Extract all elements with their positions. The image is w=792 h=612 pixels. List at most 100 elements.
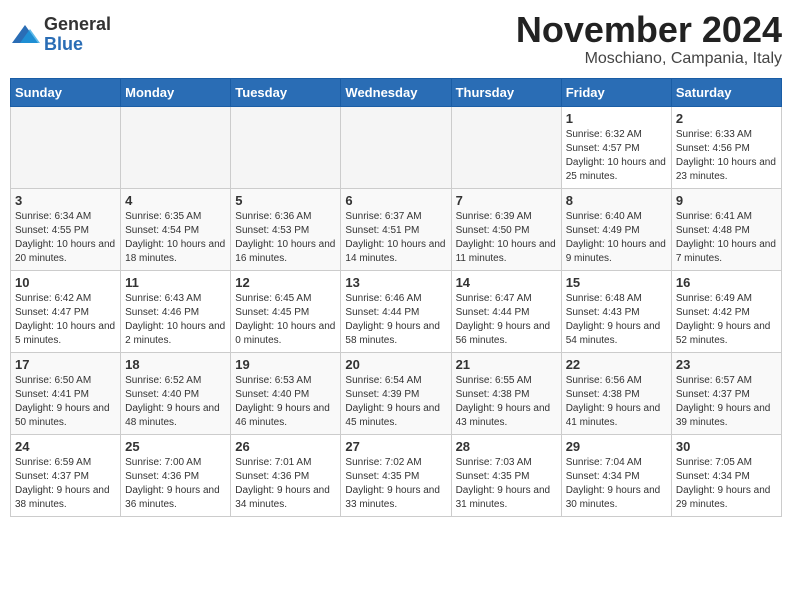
logo-icon	[10, 23, 40, 47]
logo-general: General	[44, 14, 111, 34]
day-number: 5	[235, 193, 336, 208]
calendar-cell: 10 Sunrise: 6:42 AMSunset: 4:47 PMDayligh…	[11, 270, 121, 352]
day-of-week-header: Sunday	[11, 78, 121, 106]
calendar-cell	[11, 106, 121, 188]
calendar-cell: 1Sunrise: 6:32 AMSunset: 4:57 PMDaylight…	[561, 106, 671, 188]
day-number: 14	[456, 275, 557, 290]
calendar-cell	[341, 106, 451, 188]
calendar-cell: 19 Sunrise: 6:53 AMSunset: 4:40 PMDayligh…	[231, 352, 341, 434]
calendar-cell: 20 Sunrise: 6:54 AMSunset: 4:39 PMDayligh…	[341, 352, 451, 434]
day-info: Sunrise: 6:49 AMSunset: 4:42 PMDaylight:…	[676, 292, 777, 348]
logo-text: General Blue	[44, 15, 111, 55]
day-of-week-header: Thursday	[451, 78, 561, 106]
day-info: Sunrise: 6:45 AMSunset: 4:45 PMDaylight:…	[235, 292, 336, 348]
day-number: 25	[125, 439, 226, 454]
header: General Blue November 2024 Moschiano, Ca…	[10, 10, 782, 68]
calendar-cell: 6 Sunrise: 6:37 AMSunset: 4:51 PMDaylight…	[341, 188, 451, 270]
day-info: Sunrise: 6:37 AMSunset: 4:51 PMDaylight:…	[345, 210, 446, 266]
day-info: Sunrise: 6:46 AMSunset: 4:44 PMDaylight:…	[345, 292, 446, 348]
day-number: 20	[345, 357, 446, 372]
day-number: 23	[676, 357, 777, 372]
day-info: Sunrise: 6:32 AMSunset: 4:57 PMDaylight:…	[566, 128, 667, 184]
day-number: 26	[235, 439, 336, 454]
calendar-cell: 16 Sunrise: 6:49 AMSunset: 4:42 PMDayligh…	[671, 270, 781, 352]
day-number: 7	[456, 193, 557, 208]
calendar-cell: 15Sunrise: 6:48 AMSunset: 4:43 PMDayligh…	[561, 270, 671, 352]
day-number: 11	[125, 275, 226, 290]
day-number: 28	[456, 439, 557, 454]
calendar-cell: 13 Sunrise: 6:46 AMSunset: 4:44 PMDayligh…	[341, 270, 451, 352]
logo-blue: Blue	[44, 34, 83, 54]
day-number: 12	[235, 275, 336, 290]
day-info: Sunrise: 7:05 AMSunset: 4:34 PMDaylight:…	[676, 456, 777, 512]
calendar-cell: 4 Sunrise: 6:35 AMSunset: 4:54 PMDaylight…	[121, 188, 231, 270]
title-area: November 2024 Moschiano, Campania, Italy	[516, 10, 782, 68]
location: Moschiano, Campania, Italy	[516, 50, 782, 68]
day-number: 29	[566, 439, 667, 454]
day-info: Sunrise: 6:48 AMSunset: 4:43 PMDaylight:…	[566, 292, 667, 348]
day-of-week-header: Monday	[121, 78, 231, 106]
calendar-cell: 29Sunrise: 7:04 AMSunset: 4:34 PMDayligh…	[561, 434, 671, 516]
calendar-cell: 18 Sunrise: 6:52 AMSunset: 4:40 PMDayligh…	[121, 352, 231, 434]
day-info: Sunrise: 6:53 AMSunset: 4:40 PMDaylight:…	[235, 374, 336, 430]
calendar-cell	[121, 106, 231, 188]
day-number: 3	[15, 193, 116, 208]
day-info: Sunrise: 6:52 AMSunset: 4:40 PMDaylight:…	[125, 374, 226, 430]
calendar-cell: 7 Sunrise: 6:39 AMSunset: 4:50 PMDaylight…	[451, 188, 561, 270]
day-info: Sunrise: 6:59 AMSunset: 4:37 PMDaylight:…	[15, 456, 116, 512]
day-info: Sunrise: 6:55 AMSunset: 4:38 PMDaylight:…	[456, 374, 557, 430]
day-number: 21	[456, 357, 557, 372]
day-info: Sunrise: 6:54 AMSunset: 4:39 PMDaylight:…	[345, 374, 446, 430]
day-number: 10	[15, 275, 116, 290]
calendar-cell: 9Sunrise: 6:41 AMSunset: 4:48 PMDaylight…	[671, 188, 781, 270]
day-info: Sunrise: 6:36 AMSunset: 4:53 PMDaylight:…	[235, 210, 336, 266]
day-number: 2	[676, 111, 777, 126]
calendar-week-row: 17Sunrise: 6:50 AMSunset: 4:41 PMDayligh…	[11, 352, 782, 434]
day-number: 22	[566, 357, 667, 372]
day-number: 27	[345, 439, 446, 454]
calendar-cell: 12 Sunrise: 6:45 AMSunset: 4:45 PMDayligh…	[231, 270, 341, 352]
day-number: 8	[566, 193, 667, 208]
day-number: 30	[676, 439, 777, 454]
logo: General Blue	[10, 10, 111, 55]
day-info: Sunrise: 6:41 AMSunset: 4:48 PMDaylight:…	[676, 210, 777, 266]
day-info: Sunrise: 6:50 AMSunset: 4:41 PMDaylight:…	[15, 374, 116, 430]
day-number: 18	[125, 357, 226, 372]
day-number: 4	[125, 193, 226, 208]
day-info: Sunrise: 7:01 AMSunset: 4:36 PMDaylight:…	[235, 456, 336, 512]
calendar-week-row: 3 Sunrise: 6:34 AMSunset: 4:55 PMDaylight…	[11, 188, 782, 270]
day-info: Sunrise: 6:40 AMSunset: 4:49 PMDaylight:…	[566, 210, 667, 266]
day-info: Sunrise: 6:33 AMSunset: 4:56 PMDaylight:…	[676, 128, 777, 184]
calendar-cell: 8 Sunrise: 6:40 AMSunset: 4:49 PMDaylight…	[561, 188, 671, 270]
calendar-cell: 27 Sunrise: 7:02 AMSunset: 4:35 PMDayligh…	[341, 434, 451, 516]
calendar-cell: 26 Sunrise: 7:01 AMSunset: 4:36 PMDayligh…	[231, 434, 341, 516]
calendar-cell	[451, 106, 561, 188]
day-of-week-header: Tuesday	[231, 78, 341, 106]
calendar-week-row: 24Sunrise: 6:59 AMSunset: 4:37 PMDayligh…	[11, 434, 782, 516]
calendar-cell: 24Sunrise: 6:59 AMSunset: 4:37 PMDayligh…	[11, 434, 121, 516]
day-info: Sunrise: 7:02 AMSunset: 4:35 PMDaylight:…	[345, 456, 446, 512]
day-number: 13	[345, 275, 446, 290]
day-number: 19	[235, 357, 336, 372]
calendar-cell: 14 Sunrise: 6:47 AMSunset: 4:44 PMDayligh…	[451, 270, 561, 352]
calendar-header-row: SundayMondayTuesdayWednesdayThursdayFrid…	[11, 78, 782, 106]
day-info: Sunrise: 6:34 AMSunset: 4:55 PMDaylight:…	[15, 210, 116, 266]
calendar-week-row: 1Sunrise: 6:32 AMSunset: 4:57 PMDaylight…	[11, 106, 782, 188]
day-of-week-header: Friday	[561, 78, 671, 106]
day-number: 6	[345, 193, 446, 208]
calendar-cell	[231, 106, 341, 188]
day-of-week-header: Saturday	[671, 78, 781, 106]
day-info: Sunrise: 7:00 AMSunset: 4:36 PMDaylight:…	[125, 456, 226, 512]
day-number: 16	[676, 275, 777, 290]
day-info: Sunrise: 6:39 AMSunset: 4:50 PMDaylight:…	[456, 210, 557, 266]
day-info: Sunrise: 6:43 AMSunset: 4:46 PMDaylight:…	[125, 292, 226, 348]
calendar-week-row: 10 Sunrise: 6:42 AMSunset: 4:47 PMDayligh…	[11, 270, 782, 352]
calendar-cell: 21 Sunrise: 6:55 AMSunset: 4:38 PMDayligh…	[451, 352, 561, 434]
calendar-cell: 11 Sunrise: 6:43 AMSunset: 4:46 PMDayligh…	[121, 270, 231, 352]
day-info: Sunrise: 6:42 AMSunset: 4:47 PMDaylight:…	[15, 292, 116, 348]
day-of-week-header: Wednesday	[341, 78, 451, 106]
day-info: Sunrise: 6:47 AMSunset: 4:44 PMDaylight:…	[456, 292, 557, 348]
day-info: Sunrise: 6:57 AMSunset: 4:37 PMDaylight:…	[676, 374, 777, 430]
calendar-cell: 23 Sunrise: 6:57 AMSunset: 4:37 PMDayligh…	[671, 352, 781, 434]
day-info: Sunrise: 6:35 AMSunset: 4:54 PMDaylight:…	[125, 210, 226, 266]
